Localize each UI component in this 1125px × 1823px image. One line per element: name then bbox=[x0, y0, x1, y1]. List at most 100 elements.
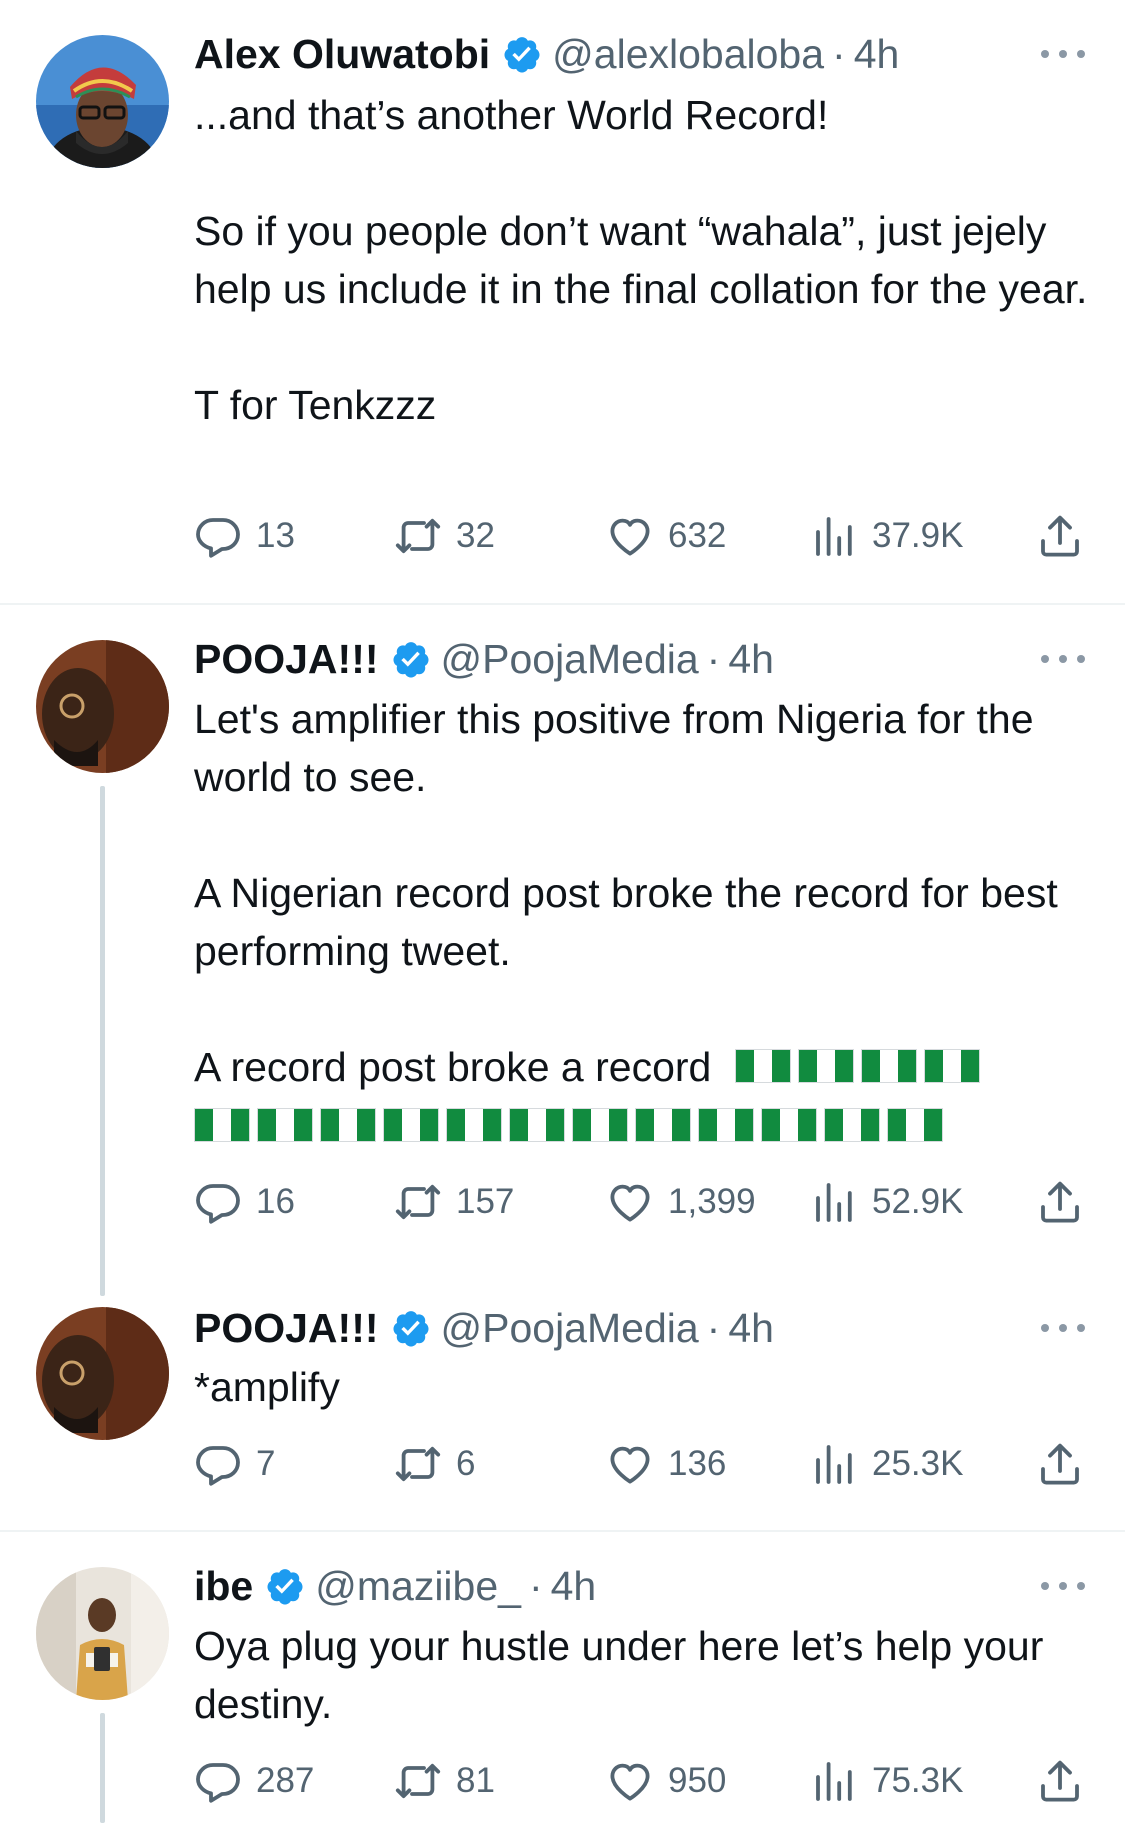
share-button[interactable] bbox=[1036, 1174, 1098, 1230]
avatar[interactable] bbox=[36, 1307, 169, 1440]
like-count: 1,399 bbox=[668, 1182, 756, 1221]
views-icon bbox=[810, 512, 858, 560]
tweet-header: POOJA!!! @PoojaMedia · 4h bbox=[194, 631, 1085, 687]
retweet-button[interactable]: 32 bbox=[394, 508, 495, 564]
views-button[interactable]: 25.3K bbox=[810, 1436, 963, 1492]
tweet-3[interactable]: POOJA!!! @PoojaMedia · 4h *amplify 7 6 1… bbox=[0, 1300, 1125, 1530]
nigeria-flag-icon bbox=[761, 1108, 817, 1142]
nigeria-flag-icon bbox=[698, 1108, 754, 1142]
timestamp[interactable]: 4h bbox=[551, 1563, 597, 1610]
tweet-paragraph: Oya plug your hustle under here let’s he… bbox=[194, 1623, 1055, 1727]
author-name[interactable]: ibe bbox=[194, 1563, 253, 1610]
views-icon bbox=[810, 1757, 858, 1805]
views-button[interactable]: 52.9K bbox=[810, 1174, 963, 1230]
heart-icon bbox=[606, 1757, 654, 1805]
thread-line bbox=[100, 786, 105, 1296]
tweet-paragraph: A record post broke a record bbox=[194, 1044, 712, 1090]
author-handle[interactable]: @maziibe_ bbox=[315, 1563, 521, 1610]
author-handle[interactable]: @alexlobaloba bbox=[552, 31, 824, 78]
divider bbox=[0, 603, 1125, 605]
nigeria-flag-icon bbox=[320, 1108, 376, 1142]
author-handle[interactable]: @PoojaMedia bbox=[441, 636, 699, 683]
timestamp[interactable]: 4h bbox=[854, 31, 900, 78]
more-options-icon[interactable] bbox=[1041, 1576, 1085, 1596]
share-icon bbox=[1036, 1440, 1084, 1488]
avatar[interactable] bbox=[36, 640, 169, 773]
tweet-2[interactable]: POOJA!!! @PoojaMedia · 4h Let's amplifie… bbox=[0, 606, 1125, 1296]
views-button[interactable]: 75.3K bbox=[810, 1753, 963, 1809]
nigeria-flag-icon bbox=[860, 1049, 917, 1084]
nigeria-flag-icon bbox=[572, 1108, 628, 1142]
tweet-paragraph: T for Tenkzzz bbox=[194, 382, 437, 428]
reply-icon bbox=[194, 1440, 242, 1488]
author-name[interactable]: POOJA!!! bbox=[194, 636, 379, 683]
like-count: 136 bbox=[668, 1444, 727, 1483]
like-button[interactable]: 136 bbox=[606, 1436, 726, 1492]
retweet-count: 6 bbox=[456, 1444, 476, 1483]
reply-button[interactable]: 7 bbox=[194, 1436, 275, 1492]
reply-count: 287 bbox=[256, 1761, 315, 1800]
author-name[interactable]: POOJA!!! bbox=[194, 1305, 379, 1352]
reply-button[interactable]: 16 bbox=[194, 1174, 295, 1230]
action-bar: 16 157 1,399 52.9K bbox=[194, 1174, 1084, 1230]
thread-line bbox=[100, 1713, 105, 1823]
reply-button[interactable]: 287 bbox=[194, 1753, 314, 1809]
tweet-header: POOJA!!! @PoojaMedia · 4h bbox=[194, 1300, 1085, 1356]
like-button[interactable]: 1,399 bbox=[606, 1174, 756, 1230]
nigeria-flag-icon bbox=[509, 1108, 565, 1142]
action-bar: 287 81 950 75.3K bbox=[194, 1753, 1084, 1809]
reply-icon bbox=[194, 1757, 242, 1805]
heart-icon bbox=[606, 1178, 654, 1226]
verified-badge-icon bbox=[502, 34, 542, 74]
timestamp[interactable]: 4h bbox=[728, 1305, 774, 1352]
avatar[interactable] bbox=[36, 1567, 169, 1700]
more-options-icon[interactable] bbox=[1041, 649, 1085, 669]
separator-dot: · bbox=[832, 30, 846, 77]
like-button[interactable]: 632 bbox=[606, 508, 726, 564]
like-button[interactable]: 950 bbox=[606, 1753, 726, 1809]
share-button[interactable] bbox=[1036, 1436, 1098, 1492]
nigeria-flag-icon bbox=[257, 1108, 313, 1142]
reply-icon bbox=[194, 512, 242, 560]
reply-icon bbox=[194, 1178, 242, 1226]
tweet-header: Alex Oluwatobi @alexlobaloba · 4h bbox=[194, 26, 1085, 82]
views-icon bbox=[810, 1178, 858, 1226]
action-bar: 13 32 632 37.9K bbox=[194, 508, 1084, 564]
author-name[interactable]: Alex Oluwatobi bbox=[194, 31, 490, 78]
retweet-icon bbox=[394, 1440, 442, 1488]
like-count: 950 bbox=[668, 1761, 727, 1800]
share-button[interactable] bbox=[1036, 1753, 1098, 1809]
flag-emoji-group bbox=[734, 1049, 980, 1084]
retweet-button[interactable]: 81 bbox=[394, 1753, 495, 1809]
retweet-button[interactable]: 157 bbox=[394, 1174, 514, 1230]
tweet-header: ibe @maziibe_ · 4h bbox=[194, 1558, 1085, 1614]
view-count: 52.9K bbox=[872, 1182, 964, 1221]
retweet-button[interactable]: 6 bbox=[394, 1436, 475, 1492]
flag-emoji-row bbox=[194, 1108, 1095, 1142]
retweet-icon bbox=[394, 1178, 442, 1226]
retweet-count: 157 bbox=[456, 1182, 515, 1221]
share-icon bbox=[1036, 1178, 1084, 1226]
tweet-text: Oya plug your hustle under here let’s he… bbox=[194, 1617, 1095, 1733]
view-count: 25.3K bbox=[872, 1444, 964, 1483]
more-options-icon[interactable] bbox=[1041, 1318, 1085, 1338]
retweet-count: 81 bbox=[456, 1761, 495, 1800]
reply-button[interactable]: 13 bbox=[194, 508, 295, 564]
verified-badge-icon bbox=[265, 1566, 305, 1606]
more-options-icon[interactable] bbox=[1041, 44, 1085, 64]
verified-badge-icon bbox=[391, 1308, 431, 1348]
nigeria-flag-icon bbox=[887, 1108, 943, 1142]
avatar[interactable] bbox=[36, 35, 169, 168]
heart-icon bbox=[606, 512, 654, 560]
nigeria-flag-icon bbox=[194, 1108, 250, 1142]
tweet-1[interactable]: Alex Oluwatobi @alexlobaloba · 4h ...and… bbox=[0, 0, 1125, 600]
tweet-paragraph: A Nigerian record post broke the record … bbox=[194, 870, 1070, 974]
share-button[interactable] bbox=[1036, 508, 1098, 564]
nigeria-flag-icon bbox=[446, 1108, 502, 1142]
views-button[interactable]: 37.9K bbox=[810, 508, 963, 564]
tweet-text: ...and that’s another World Record! So i… bbox=[194, 86, 1095, 434]
separator-dot: · bbox=[706, 1304, 721, 1351]
author-handle[interactable]: @PoojaMedia bbox=[441, 1305, 699, 1352]
tweet-4[interactable]: ibe @maziibe_ · 4h Oya plug your hustle … bbox=[0, 1533, 1125, 1823]
timestamp[interactable]: 4h bbox=[728, 636, 774, 683]
